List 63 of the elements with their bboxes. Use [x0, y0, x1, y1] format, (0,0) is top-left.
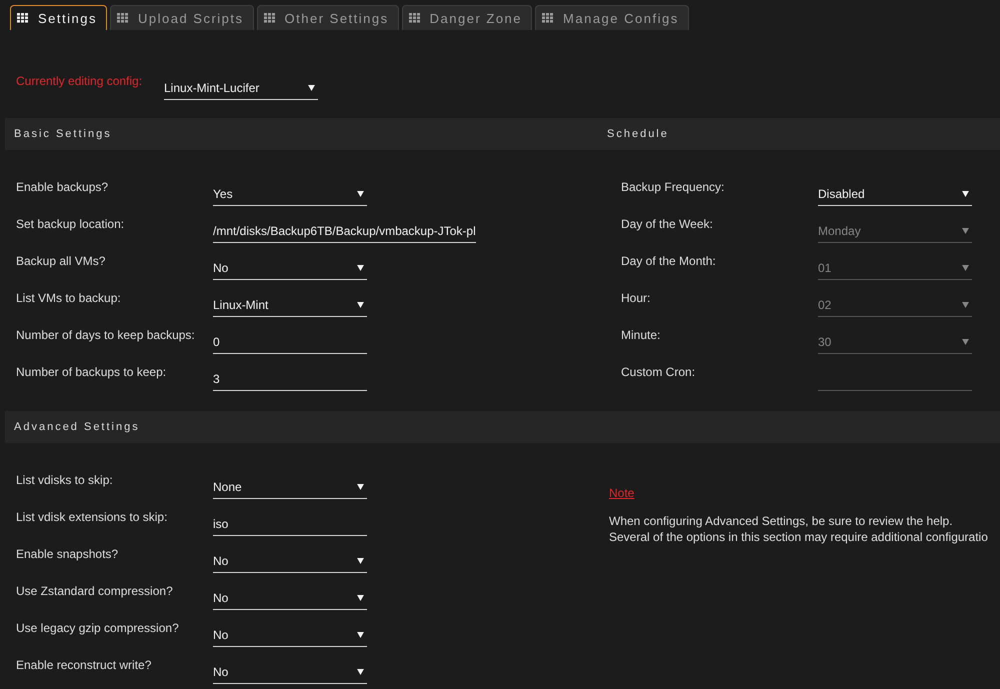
field-label: List vdisk extensions to skip: — [16, 509, 168, 525]
text-field[interactable]: /mnt/disks/Backup6TB/Backup/vmbackup-JTok-pl — [213, 219, 476, 243]
caret-icon — [962, 190, 969, 196]
caret-icon — [962, 338, 969, 344]
dropdown[interactable]: No — [213, 623, 367, 647]
caret-icon — [962, 264, 969, 270]
field-label: Enable reconstruct write? — [16, 657, 152, 673]
dropdown[interactable]: Yes — [213, 182, 367, 206]
dropdown[interactable]: Disabled — [818, 182, 972, 206]
text-field[interactable]: 0 — [213, 330, 367, 354]
grid-icon — [542, 13, 554, 23]
field-label: Number of days to keep backups: — [16, 327, 196, 343]
section-title: Basic Settings — [13, 128, 113, 140]
field-label: List VMs to backup: — [16, 290, 122, 306]
section-title: Advanced Settings — [13, 421, 140, 433]
field-label: List vdisks to skip: — [16, 472, 114, 488]
text-field[interactable]: 3 — [213, 367, 367, 391]
note-text: When configuring Advanced Settings, be sure to review the help. — [609, 513, 953, 529]
note-link[interactable]: Note — [609, 485, 634, 501]
caret-icon — [962, 302, 969, 308]
caret-icon — [357, 484, 364, 490]
tab[interactable]: Settings — [10, 5, 107, 30]
field-label: Use legacy gzip compression? — [16, 620, 180, 636]
dropdown[interactable]: Linux-Mint — [213, 293, 367, 317]
config-label: Currently editing config: — [16, 73, 144, 89]
caret-icon — [357, 558, 364, 564]
dropdown[interactable]: No — [213, 586, 367, 610]
caret-icon — [308, 84, 315, 90]
tab[interactable]: Manage Configs — [535, 5, 689, 30]
field-label: Hour: — [621, 290, 652, 306]
field-label: Backup all VMs? — [16, 253, 106, 269]
field-label: Minute: — [621, 327, 662, 343]
dropdown[interactable]: No — [213, 256, 367, 280]
section-title: Schedule — [607, 128, 670, 140]
tab[interactable]: Danger Zone — [402, 5, 532, 30]
grid-icon — [17, 13, 28, 23]
caret-icon — [962, 228, 969, 234]
dropdown[interactable]: None — [213, 475, 367, 499]
dropdown[interactable]: No — [213, 660, 367, 684]
config-dropdown[interactable]: Linux-Mint-Lucifer — [164, 76, 318, 100]
grid-icon — [116, 13, 128, 23]
field-label: Custom Cron: — [621, 364, 696, 380]
text-field[interactable]: iso — [213, 512, 367, 536]
dropdown[interactable]: No — [213, 549, 367, 573]
note-text: Several of the options in this section may require additional configuratio — [609, 529, 988, 545]
field-label: Enable snapshots? — [16, 546, 120, 562]
field-label: Enable backups? — [16, 179, 110, 195]
field-label: Day of the Week: — [621, 216, 714, 232]
caret-icon — [357, 264, 364, 270]
field-label: Day of the Month: — [621, 253, 717, 269]
field-label: Set backup location: — [16, 216, 126, 232]
caret-icon — [357, 594, 364, 600]
caret-icon — [357, 302, 364, 308]
grid-icon — [264, 13, 275, 23]
caret-icon — [357, 668, 364, 674]
tab[interactable]: Other Settings — [256, 5, 399, 30]
grid-icon — [408, 13, 420, 23]
field-label: Number of backups to keep: — [16, 364, 168, 380]
field-label: Backup Frequency: — [621, 179, 726, 195]
caret-icon — [357, 632, 364, 638]
caret-icon — [357, 190, 364, 196]
tab[interactable]: Upload Scripts — [110, 5, 254, 30]
field-label: Use Zstandard compression? — [16, 583, 174, 599]
